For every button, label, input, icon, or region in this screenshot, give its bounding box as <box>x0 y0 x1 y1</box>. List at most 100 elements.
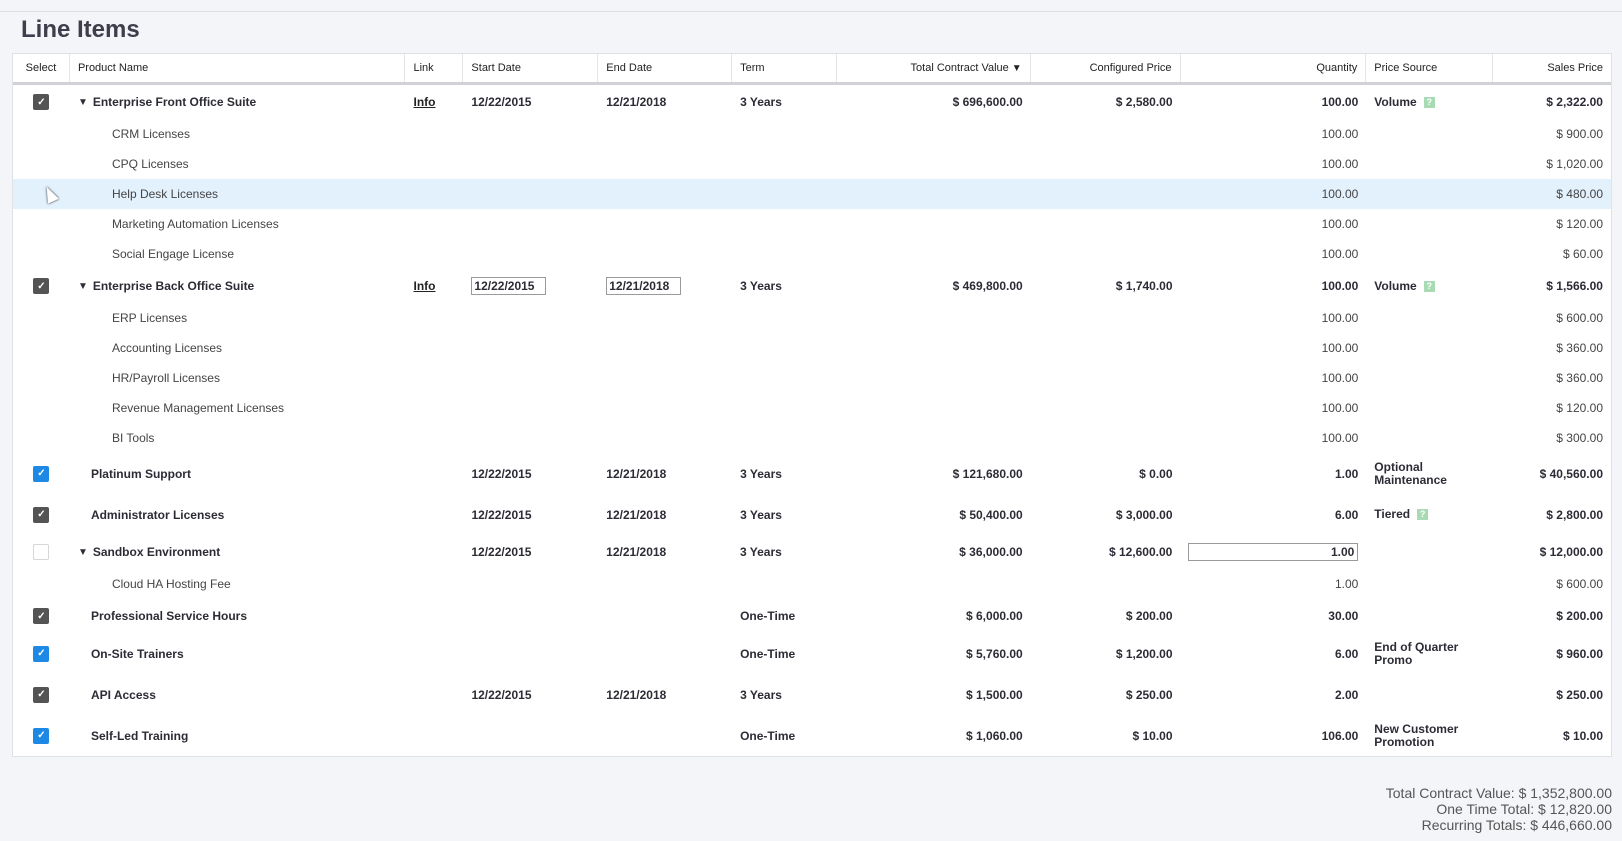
tcv-cell: $ 1,500.00 <box>837 688 1031 702</box>
tcv-cell: $ 5,760.00 <box>837 647 1031 661</box>
start-date: 12/22/2015 <box>471 466 532 481</box>
quantity-cell: 1.00 <box>1181 467 1367 481</box>
configured-price-cell: $ 2,580.00 <box>1031 95 1181 109</box>
table-row[interactable]: CPQ Licenses 100.00 $ 1,020.00 <box>13 149 1611 179</box>
configured-price: $ 3,000.00 <box>1115 507 1173 522</box>
total-contract-value: $ 121,680.00 <box>952 466 1023 481</box>
quantity-input[interactable]: 1.00 <box>1188 543 1359 561</box>
table-header: Select Product Name Link Start Date End … <box>13 54 1611 85</box>
expand-triangle-icon[interactable]: ▼ <box>78 281 88 292</box>
start-date-cell: 12/22/2015 <box>463 277 598 295</box>
configured-price: $ 250.00 <box>1125 687 1173 702</box>
col-start-date[interactable]: Start Date <box>463 54 599 82</box>
col-quantity[interactable]: Quantity <box>1181 54 1367 82</box>
quantity: 100.00 <box>1321 431 1359 445</box>
start-date-input[interactable]: 12/22/2015 <box>471 277 547 295</box>
quantity-cell: 100.00 <box>1181 279 1367 293</box>
help-icon[interactable]: ? <box>1423 280 1435 292</box>
product-name: Professional Service Hours <box>90 609 248 623</box>
col-link[interactable]: Link <box>405 54 464 82</box>
info-link[interactable]: Info <box>413 279 435 293</box>
sales-price-cell: $ 10.00 <box>1493 729 1611 743</box>
tcv-cell: $ 50,400.00 <box>837 508 1031 522</box>
product-name: Help Desk Licenses <box>111 187 218 201</box>
term: 3 Years <box>740 466 782 481</box>
table-row[interactable]: Cloud HA Hosting Fee 1.00 $ 600.00 <box>13 569 1611 599</box>
table-row[interactable]: Social Engage License 100.00 $ 60.00 <box>13 239 1611 269</box>
help-icon[interactable]: ? <box>1417 509 1429 520</box>
table-row[interactable]: HR/Payroll Licenses 100.00 $ 360.00 <box>13 363 1611 393</box>
row-checkbox[interactable]: ✓ <box>33 94 50 110</box>
row-checkbox[interactable]: ✓ <box>33 608 50 624</box>
end-date-input[interactable]: 12/21/2018 <box>606 277 682 295</box>
page-title: Line Items <box>21 16 140 43</box>
product-name: Administrator Licenses <box>90 507 225 522</box>
row-checkbox[interactable]: ✓ <box>33 465 50 482</box>
table-row[interactable]: Help Desk Licenses 100.00 $ 480.00 <box>13 179 1611 209</box>
term-cell: 3 Years <box>732 467 837 481</box>
col-select[interactable]: Select <box>13 54 70 82</box>
col-configured-price[interactable]: Configured Price <box>1031 54 1181 82</box>
tcv-cell: $ 469,800.00 <box>837 279 1031 293</box>
product-name-cell: Marketing Automation Licenses <box>70 217 406 231</box>
product-name-cell: Help Desk Licenses <box>70 187 406 201</box>
row-checkbox[interactable]: ✓ <box>33 686 50 703</box>
quantity: 100.00 <box>1321 371 1359 385</box>
row-checkbox[interactable]: ✓ <box>33 506 50 523</box>
quantity-cell: 100.00 <box>1181 127 1367 141</box>
product-name-cell: CRM Licenses <box>70 127 406 141</box>
table-row[interactable]: ✓ Self-Led Training One-Time $ 1,060.00 $ 10… <box>13 715 1611 756</box>
table-row[interactable]: Revenue Management Licenses 100.00 $ 120.0… <box>13 393 1611 423</box>
table-row[interactable]: ✓ Professional Service Hours One-Time $ 6,0… <box>13 599 1611 633</box>
table-row[interactable]: ▼ Sandbox Environment 12/22/2015 12/21/2018… <box>13 535 1611 569</box>
product-name: HR/Payroll Licenses <box>111 371 220 385</box>
table-row[interactable]: ✓ ▼ Enterprise Back Office Suite Info 12/22/… <box>13 269 1611 303</box>
info-link[interactable]: Info <box>413 95 435 109</box>
quantity-cell: 100.00 <box>1181 157 1367 171</box>
table-row[interactable]: Accounting Licenses 100.00 $ 360.00 <box>13 333 1611 363</box>
table-row[interactable]: ✓ Administrator Licenses 12/22/2015 12/21/2… <box>13 494 1611 535</box>
term: One-Time <box>740 646 796 661</box>
col-end-date[interactable]: End Date <box>598 54 733 82</box>
quantity: 100.00 <box>1321 187 1359 201</box>
quantity: 100.00 <box>1321 95 1359 109</box>
table-row[interactable]: CRM Licenses 100.00 $ 900.00 <box>13 119 1611 149</box>
table-row[interactable]: ✓ On-Site Trainers One-Time $ 5,760.00 $ 1,2… <box>13 633 1611 674</box>
quantity-cell: 100.00 <box>1181 431 1367 445</box>
price-source: Volume <box>1374 94 1417 109</box>
col-price-source[interactable]: Price Source <box>1366 54 1494 82</box>
tcv-cell: $ 36,000.00 <box>837 545 1031 559</box>
price-source-cell: New Customer Promotion <box>1366 722 1493 749</box>
product-name-cell: API Access <box>70 688 406 702</box>
term: 3 Years <box>740 687 782 702</box>
sales-price: $ 10.00 <box>1562 728 1603 743</box>
expand-triangle-icon[interactable]: ▼ <box>78 547 88 558</box>
col-total-contract-value[interactable]: Total Contract Value ▼ <box>837 54 1031 82</box>
term-cell: 3 Years <box>732 95 837 109</box>
help-icon[interactable]: ? <box>1423 96 1435 108</box>
col-product-name[interactable]: Product Name <box>70 54 406 82</box>
expand-triangle-icon[interactable]: ▼ <box>78 97 88 108</box>
configured-price: $ 12,600.00 <box>1108 545 1173 559</box>
configured-price-cell: $ 0.00 <box>1031 467 1181 481</box>
table-row[interactable]: ✓ Platinum Support 12/22/2015 12/21/2018 3 Y… <box>13 453 1611 494</box>
table-row[interactable]: BI Tools 100.00 $ 300.00 <box>13 423 1611 453</box>
table-row[interactable]: ✓ ▼ Enterprise Front Office Suite Info 12/22… <box>13 85 1611 119</box>
sales-price-cell: $ 12,000.00 <box>1493 545 1611 559</box>
col-sales-price[interactable]: Sales Price <box>1493 54 1611 82</box>
term-cell: One-Time <box>732 609 837 623</box>
table-row[interactable]: ✓ API Access 12/22/2015 12/21/2018 3 Years $ … <box>13 674 1611 715</box>
end-date-cell: 12/21/2018 <box>598 467 732 481</box>
row-checkbox[interactable]: ✓ <box>33 278 50 294</box>
price-source: Volume <box>1374 278 1417 293</box>
configured-price: $ 2,580.00 <box>1115 95 1173 109</box>
table-row[interactable]: ERP Licenses 100.00 $ 600.00 <box>13 303 1611 333</box>
product-name: Revenue Management Licenses <box>111 401 285 415</box>
row-checkbox[interactable]: ✓ <box>33 645 50 662</box>
row-checkbox[interactable]: ✓ <box>33 727 50 744</box>
product-name-cell: Administrator Licenses <box>70 508 406 522</box>
col-term[interactable]: Term <box>732 54 837 82</box>
configured-price: $ 0.00 <box>1139 466 1173 481</box>
row-checkbox[interactable] <box>33 544 50 560</box>
table-row[interactable]: Marketing Automation Licenses 100.00 $ 120… <box>13 209 1611 239</box>
